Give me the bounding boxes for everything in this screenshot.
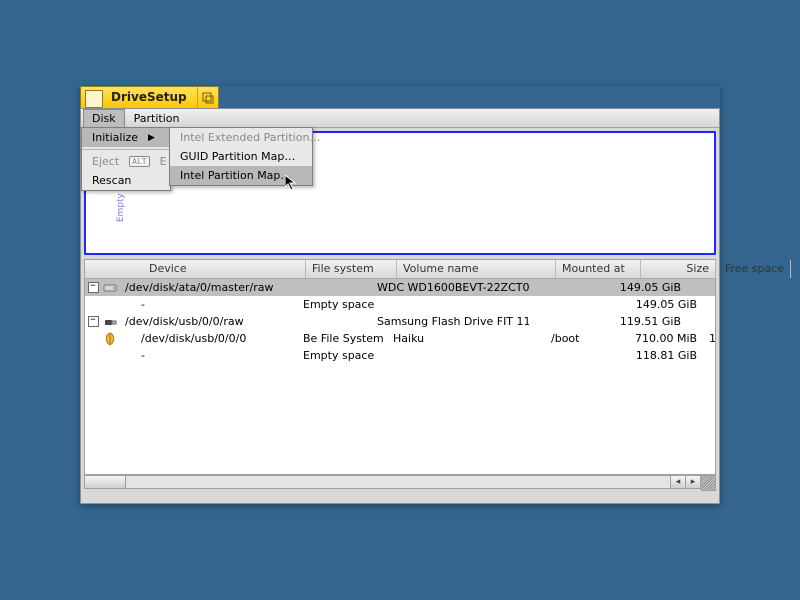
col-expander[interactable] (85, 260, 113, 278)
row-icon (101, 283, 119, 293)
cell-free (703, 355, 715, 357)
row-icon (101, 315, 119, 329)
table-row[interactable]: /dev/disk/usb/0/0/0Be File SystemHaiku/b… (85, 330, 715, 347)
table-body: − /dev/disk/ata/0/master/raw WDC WD1600BEV… (85, 279, 715, 474)
window-title: DriveSetup (109, 87, 197, 109)
cell-device: /dev/disk/usb/0/0/0 (119, 331, 297, 346)
cell-device: - (119, 348, 297, 363)
cell-filesystem: Empty space (297, 297, 387, 312)
row-icon (101, 332, 119, 346)
cell-size: 149.05 GiB (613, 280, 687, 295)
eject-shortcut-key: E (160, 155, 167, 168)
cell-free: 112.58 MiB (703, 331, 715, 346)
cell-free (687, 287, 715, 289)
scroll-left-button[interactable]: ◂ (671, 475, 686, 489)
cell-free (703, 304, 715, 306)
client-area: Disk Partition Empty space Device File s… (80, 108, 720, 504)
table-row[interactable]: − /dev/disk/usb/0/0/raw Samsung Flash Driv… (85, 313, 715, 330)
col-free[interactable]: Free space (716, 260, 791, 278)
cell-mounted (529, 287, 613, 289)
resize-handle[interactable] (701, 475, 716, 491)
col-size[interactable]: Size (641, 260, 716, 278)
horizontal-scrollbar[interactable]: ◂ ▸ (84, 475, 716, 489)
cell-filesystem (281, 321, 371, 323)
cell-size: 710.00 MiB (629, 331, 703, 346)
cell-mounted (545, 355, 629, 357)
cell-filesystem: Be File System (297, 331, 387, 346)
row-expander[interactable]: − (85, 316, 101, 327)
cell-mounted: /boot (545, 331, 629, 346)
row-expander[interactable]: − (85, 282, 101, 293)
col-filesystem[interactable]: File system (306, 260, 397, 278)
menu-rescan[interactable]: Rescan (82, 171, 170, 190)
eject-shortcut: ALT (129, 156, 149, 167)
menu-eject-label: Eject (92, 155, 119, 168)
menu-guid-map[interactable]: GUID Partition Map… (170, 147, 312, 166)
menu-intel-extended[interactable]: Intel Extended Partition… (170, 128, 312, 147)
initialize-submenu: Intel Extended Partition… GUID Partition… (169, 127, 313, 186)
cell-size: 118.81 GiB (629, 348, 703, 363)
disk-dropdown: Initialize ▶ Eject ALT E Rescan (81, 127, 171, 191)
cell-mounted (545, 304, 629, 306)
submenu-arrow-icon: ▶ (148, 133, 155, 143)
col-volume[interactable]: Volume name (397, 260, 556, 278)
zoom-icon (202, 92, 214, 104)
menu-disk[interactable]: Disk (83, 109, 125, 128)
menu-guid-map-label: GUID Partition Map… (180, 150, 295, 163)
menu-initialize-label: Initialize (92, 131, 138, 144)
menu-initialize[interactable]: Initialize ▶ (82, 128, 170, 147)
scrollbar-track[interactable] (84, 475, 671, 489)
close-button[interactable] (85, 90, 103, 108)
col-device[interactable]: Device (143, 260, 306, 278)
menubar: Disk Partition (81, 109, 719, 128)
titlebar[interactable]: DriveSetup (80, 86, 219, 109)
table-row[interactable]: -Empty space 149.05 GiB (85, 296, 715, 313)
partition-list: Device File system Volume name Mounted a… (84, 259, 716, 475)
menu-intel-map-label: Intel Partition Map… (180, 169, 291, 182)
cell-filesystem: Empty space (297, 348, 387, 363)
cell-size: 119.51 GiB (613, 314, 687, 329)
menu-separator (82, 149, 170, 150)
zoom-button[interactable] (197, 87, 218, 109)
scrollbar-thumb[interactable] (85, 476, 126, 488)
menu-rescan-label: Rescan (92, 174, 131, 187)
menu-partition[interactable]: Partition (125, 109, 189, 128)
table-row[interactable]: − /dev/disk/ata/0/master/raw WDC WD1600BEV… (85, 279, 715, 296)
cell-volume (387, 355, 545, 357)
menu-intel-extended-label: Intel Extended Partition… (180, 131, 320, 144)
cell-device: - (119, 297, 297, 312)
table-row[interactable]: -Empty space 118.81 GiB (85, 347, 715, 364)
column-headers: Device File system Volume name Mounted a… (85, 260, 715, 279)
col-mounted[interactable]: Mounted at (556, 260, 641, 278)
cell-filesystem (281, 287, 371, 289)
menu-intel-map[interactable]: Intel Partition Map… (170, 166, 312, 185)
cell-volume: WDC WD1600BEVT-22ZCT0 (371, 280, 529, 295)
cell-volume: Haiku (387, 331, 545, 346)
drivesetup-window: DriveSetup Disk Partition Empty space De… (80, 86, 720, 504)
cell-volume (387, 304, 545, 306)
menu-eject[interactable]: Eject ALT E (82, 152, 170, 171)
cell-device: /dev/disk/usb/0/0/raw (119, 314, 281, 329)
cell-mounted (529, 321, 613, 323)
cell-size: 149.05 GiB (629, 297, 703, 312)
scroll-right-button[interactable]: ▸ (686, 475, 701, 489)
col-icon (113, 260, 143, 278)
cell-volume: Samsung Flash Drive FIT 1100 (371, 314, 529, 329)
cell-free (687, 321, 715, 323)
cell-device: /dev/disk/ata/0/master/raw (119, 280, 281, 295)
